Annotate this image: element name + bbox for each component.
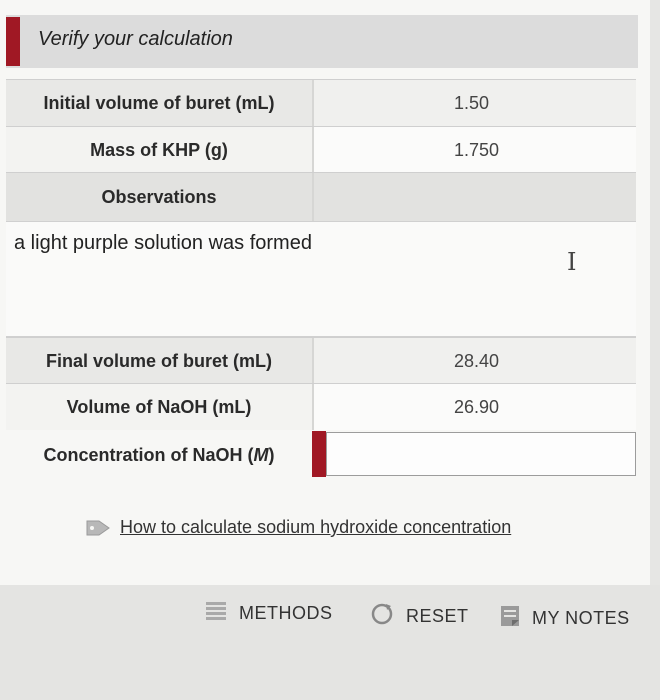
observations-label: Observations [6,173,312,221]
help-link[interactable]: How to calculate sodium hydroxide concen… [86,517,511,538]
methods-icon [205,601,227,626]
reset-button[interactable]: RESET [370,602,469,631]
text-cursor-icon: I [567,248,577,276]
methods-button[interactable]: METHODS [205,601,333,626]
naoh-volume-label: Volume of NaOH (mL) [6,384,312,430]
naoh-concentration-label: Concentration of NaOH (M) [6,430,312,480]
observations-header-spacer [312,173,636,221]
row-naoh-concentration: Concentration of NaOH (M) [6,430,636,480]
initial-volume-label: Initial volume of buret (mL) [6,80,312,127]
banner-accent-bar [6,17,20,66]
verify-banner: Verify your calculation [6,15,638,68]
observations-text-area[interactable]: a light purple solution was formed I [6,221,636,337]
banner-title: Verify your calculation [38,28,233,50]
molarity-unit: M [253,444,269,465]
naoh-concentration-input-wrap [312,430,636,478]
notes-icon [500,605,520,632]
my-notes-label: MY NOTES [532,608,630,628]
naoh-concentration-input[interactable] [326,432,636,476]
naoh-concentration-label-suffix: ) [268,444,275,465]
row-final-volume: Final volume of buret (mL) 28.40 [6,337,636,384]
row-khp-mass: Mass of KHP (g) 1.750 [6,126,636,173]
my-notes-button[interactable]: MY NOTES [500,605,630,632]
reset-label: RESET [406,606,469,626]
tag-icon [86,520,110,535]
final-volume-label: Final volume of buret (mL) [6,338,312,384]
reset-icon [370,602,394,631]
khp-mass-label: Mass of KHP (g) [6,127,312,173]
observations-text: a light purple solution was formed [14,232,312,254]
footer-toolbar: METHODS RESET MY NOTES [0,585,660,700]
calculation-card: Verify your calculation Initial volume o… [0,0,650,585]
row-initial-volume: Initial volume of buret (mL) 1.50 [6,79,636,127]
methods-label: METHODS [239,603,333,623]
naoh-concentration-label-prefix: Concentration of NaOH ( [43,444,254,465]
initial-volume-value: 1.50 [312,80,636,127]
row-observations-header: Observations [6,172,636,221]
naoh-volume-value: 26.90 [312,384,636,430]
required-field-accent [312,431,326,477]
help-link-text[interactable]: How to calculate sodium hydroxide concen… [120,517,511,538]
khp-mass-value: 1.750 [312,127,636,173]
final-volume-value: 28.40 [312,338,636,384]
row-naoh-volume: Volume of NaOH (mL) 26.90 [6,383,636,430]
